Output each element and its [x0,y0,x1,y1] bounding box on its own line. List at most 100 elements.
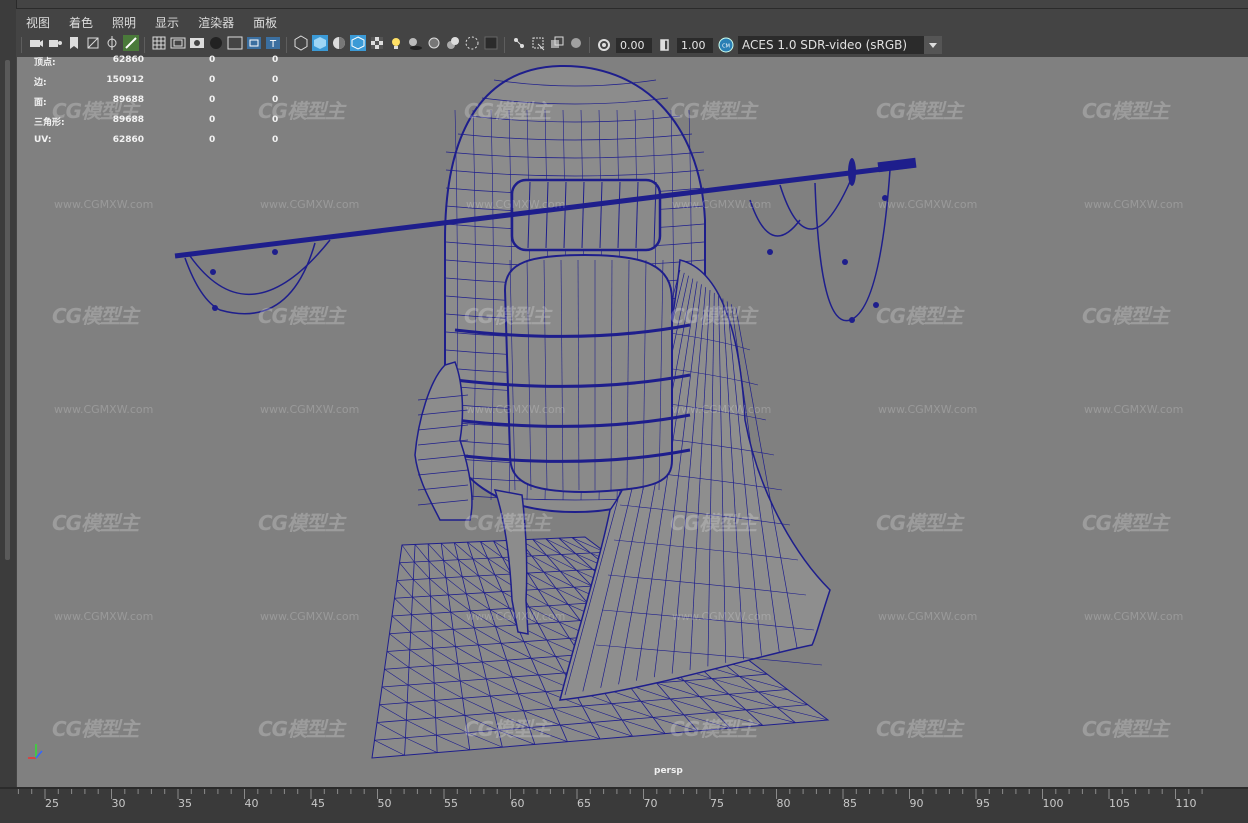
hud-v3: 0 [272,95,279,105]
hud-label: UV: [34,135,52,145]
toolbar-separator [589,37,590,53]
scroll-handle[interactable] [5,60,10,560]
watermark-logo: CG模型主 [258,717,345,741]
xray-icon[interactable] [530,35,546,51]
safe-title-icon[interactable]: T [265,35,281,51]
hud-v2: 0 [209,95,216,105]
xray-joints-icon[interactable] [549,35,565,51]
wireframe-on-shaded-icon[interactable] [349,35,366,51]
camera-label: persp [654,766,683,776]
resolution-gate-icon[interactable] [189,35,205,51]
menu-shading[interactable]: 着色 [59,12,102,34]
xray-components-icon[interactable] [568,35,584,51]
panel-menubar: 视图 着色 照明 显示 渲染器 面板 [16,12,1248,34]
watermark-logo: CG模型主 [876,99,963,123]
frame-tick-label: 70 [643,797,658,810]
hud-v3: 0 [272,75,279,85]
watermark-url: www.CGMXW.com [466,198,566,211]
select-camera-icon[interactable] [28,35,44,51]
anti-aliasing-icon[interactable] [464,35,480,51]
watermark-logo: CG模型主 [258,511,345,535]
hud-v3: 0 [272,135,279,145]
watermark-logo: CG模型主 [464,511,551,535]
hud-v3: 0 [272,55,279,65]
frame-tick-label: 40 [244,797,259,810]
watermark-logo: CG模型主 [876,511,963,535]
watermark-logo: CG模型主 [1082,304,1169,328]
grid-icon[interactable] [151,35,167,51]
watermark-url: www.CGMXW.com [878,610,978,623]
image-plane-icon[interactable] [85,35,101,51]
watermark-url: www.CGMXW.com [672,198,772,211]
3d-viewport[interactable]: CG模型主 www.CGMXW.com CG模型主 www.CGMXW.com CG模型… [17,57,1248,787]
watermark-url: www.CGMXW.com [260,403,360,416]
watermark-url: www.CGMXW.com [260,198,360,211]
watermark-logo: CG模型主 [876,717,963,741]
color-space-select[interactable]: ACES 1.0 SDR-video (sRGB) [738,36,942,54]
hud-label: 面: [34,98,47,108]
menu-show[interactable]: 显示 [145,12,188,34]
screen-space-ao-icon[interactable] [426,35,442,51]
default-material-icon[interactable] [331,35,347,51]
watermark-url: www.CGMXW.com [672,610,772,623]
watermark-url: www.CGMXW.com [54,198,154,211]
menu-renderer[interactable]: 渲染器 [188,12,243,34]
frame-tick-label: 95 [976,797,990,810]
toolbar-separator [504,37,505,53]
field-chart-icon[interactable] [227,35,243,51]
watermark-logo: CG模型主 [1082,511,1169,535]
frame-tick-label: 55 [444,797,458,810]
watermark-url: www.CGMXW.com [1084,198,1184,211]
isolate-select-icon[interactable] [511,35,527,51]
film-gate-icon[interactable] [170,35,186,51]
time-slider[interactable]: 25 30 35 40 45 50 55 60 65 70 75 80 85 90 95 100 105 110 [0,787,1248,823]
left-scroll-strip[interactable] [0,0,17,821]
watermark-logo: CG模型主 [670,717,757,741]
chevron-down-icon[interactable] [924,36,942,54]
watermark-logo: CG模型主 [670,511,757,535]
hud-v2: 0 [209,135,216,145]
watermark-layer: CG模型主 www.CGMXW.com CG模型主 www.CGMXW.com CG模型… [17,57,1248,787]
lighting-icon[interactable] [388,35,404,51]
menu-view[interactable]: 视图 [16,12,59,34]
watermark-logo: CG模型主 [464,304,551,328]
watermark-url: www.CGMXW.com [54,403,154,416]
exposure-field[interactable]: 0.00 [616,37,652,53]
frame-tick-label: 25 [45,797,59,810]
hud-label: 顶点: [34,58,56,68]
svg-text:CM: CM [722,44,730,50]
camera-attributes-icon[interactable] [47,35,63,51]
hud-label: 边: [34,78,47,88]
watermark-logo: CG模型主 [670,304,757,328]
panel-toolbar: T 0.00 1.00 CM ACES 1.0 SDR-video (sRGB) [16,34,1248,56]
svg-text:T: T [268,39,276,50]
menu-lighting[interactable]: 照明 [102,12,145,34]
axis-gizmo-icon [28,744,43,759]
2d-pan-zoom-icon[interactable] [104,35,120,51]
watermark-logo: CG模型主 [670,99,757,123]
textured-icon[interactable] [369,35,385,51]
hud-label: 三角形: [34,118,65,128]
exposure-icon[interactable] [596,37,612,53]
frame-tick-label: 30 [111,797,126,810]
gamma-field[interactable]: 1.00 [677,37,713,53]
watermark-logo: CG模型主 [464,99,551,123]
frame-tick-label: 75 [710,797,724,810]
watermark-url: www.CGMXW.com [466,610,566,623]
frame-tick-label: 90 [909,797,924,810]
motion-blur-icon[interactable] [445,35,461,51]
color-management-icon[interactable]: CM [718,37,734,53]
smooth-shade-icon[interactable] [311,35,328,51]
shadows-icon[interactable] [407,35,423,51]
menu-panels[interactable]: 面板 [243,12,286,34]
gamma-icon[interactable] [657,37,673,53]
gate-mask-icon[interactable] [208,35,224,51]
watermark-logo: CG模型主 [1082,99,1169,123]
depth-of-field-icon[interactable] [483,35,499,51]
grease-pencil-icon[interactable] [122,35,139,51]
watermark-url: www.CGMXW.com [54,610,154,623]
safe-action-icon[interactable] [246,35,262,51]
wireframe-icon[interactable] [293,35,309,51]
maya-window: 视图 着色 照明 显示 渲染器 面板 T 0.00 1.00 CM ACES 1… [0,0,1248,823]
bookmark-icon[interactable] [66,35,82,51]
